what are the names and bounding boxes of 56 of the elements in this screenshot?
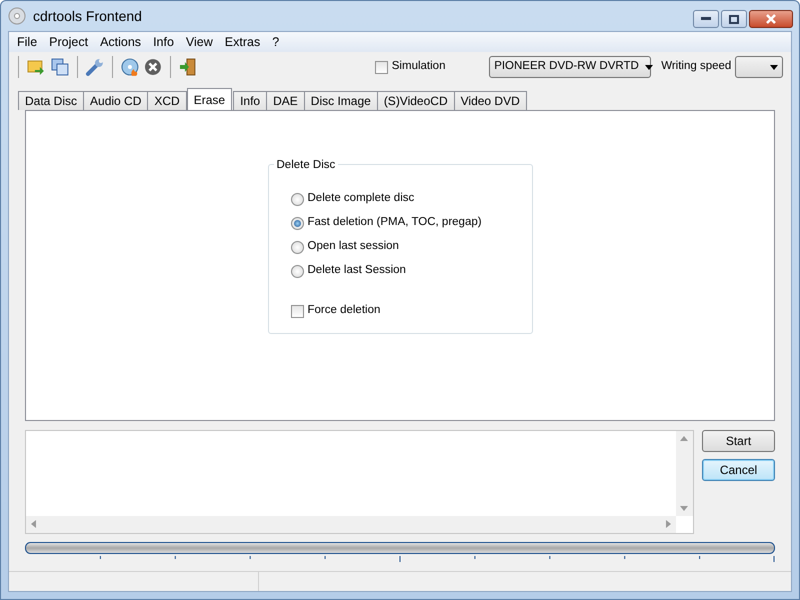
log-area[interactable] [25, 430, 694, 534]
radio-label: Fast deletion (PMA, TOC, pregap) [308, 215, 482, 230]
scroll-left-icon[interactable] [31, 520, 36, 528]
scroll-up-icon[interactable] [680, 436, 688, 441]
slider-track[interactable] [25, 542, 775, 554]
close-button[interactable] [749, 10, 793, 28]
tab[interactable]: Video DVD [454, 91, 527, 110]
radio-label: Delete last Session [308, 263, 406, 278]
menu-item[interactable]: Project [43, 32, 94, 52]
drive-dropdown[interactable]: PIONEER DVD-RW DVRTD [489, 56, 652, 78]
menu-item[interactable]: Info [147, 32, 180, 52]
checkbox-label: Force deletion [308, 303, 380, 318]
maximize-icon [729, 14, 739, 24]
radio-button[interactable] [290, 240, 304, 254]
tab[interactable]: Erase [186, 88, 232, 110]
tab[interactable]: Data Disc [18, 91, 84, 110]
vertical-scrollbar[interactable] [676, 431, 693, 516]
tab[interactable]: Audio CD [83, 91, 148, 110]
menu-item[interactable]: View [180, 32, 219, 52]
push-button[interactable]: Cancel [702, 459, 775, 481]
caret-icon [770, 64, 778, 70]
push-button[interactable]: Start [702, 430, 775, 452]
radio-button[interactable] [290, 192, 304, 206]
scroll-right-icon[interactable] [666, 520, 671, 528]
simulation-checkbox[interactable] [374, 60, 388, 74]
close-icon [765, 14, 777, 24]
minimize-button[interactable] [693, 10, 719, 28]
tab[interactable]: DAE [266, 91, 305, 110]
copy-icon[interactable] [50, 57, 70, 77]
window-title: cdrtools Frontend [33, 6, 142, 26]
tab[interactable]: (S)VideoCD [376, 91, 455, 110]
checkbox-label: Simulation [392, 59, 446, 74]
menu-item[interactable]: ? [266, 32, 286, 52]
radio-label: Delete complete disc [308, 191, 414, 206]
checkbox[interactable] [290, 304, 304, 318]
scroll-down-icon[interactable] [680, 506, 688, 511]
field-label: Writing speed [661, 59, 732, 74]
minimize-icon [701, 17, 711, 21]
menu-item[interactable]: File [11, 32, 44, 52]
tab[interactable]: Info [233, 91, 268, 110]
tab[interactable]: Disc Image [304, 91, 378, 110]
menu-item[interactable]: Actions [94, 32, 148, 52]
menu-item[interactable]: Extras [218, 32, 266, 52]
wrench-icon[interactable] [84, 57, 105, 77]
burn-disc-icon[interactable] [120, 57, 140, 77]
maximize-button[interactable] [721, 10, 747, 28]
stop-icon[interactable] [143, 57, 164, 77]
speed-dropdown[interactable] [735, 56, 783, 78]
radio-button[interactable] [290, 216, 304, 230]
horizontal-scrollbar[interactable] [26, 516, 676, 533]
disc-icon [7, 6, 27, 26]
tab[interactable]: XCD [147, 91, 187, 110]
exit-door-icon[interactable] [178, 57, 198, 77]
radio-label: Open last session [308, 239, 399, 254]
radio-button[interactable] [290, 264, 304, 278]
caret-icon [644, 64, 653, 70]
